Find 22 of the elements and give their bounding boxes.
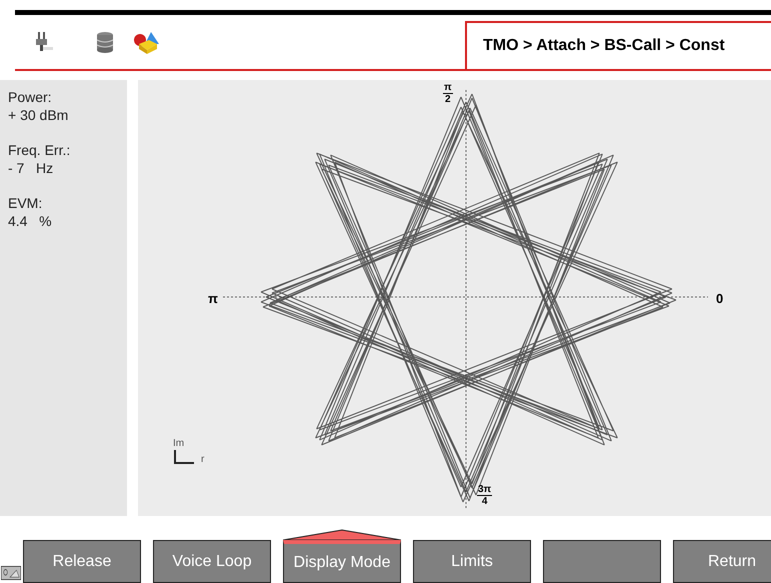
measurement-label: EVM: xyxy=(8,194,44,212)
measurement-value: - 7 Hz xyxy=(8,159,54,177)
database-icon[interactable] xyxy=(95,30,115,54)
breadcrumb: TMO > Attach > BS-Call > Const xyxy=(483,36,725,56)
softkey-button[interactable]: Voice Loop xyxy=(153,540,271,583)
axis-legend-icon xyxy=(174,450,194,464)
axis-label: π 2 xyxy=(443,82,453,105)
axis-label: π xyxy=(208,290,218,308)
axis-label: Im xyxy=(173,437,184,451)
keyboard-icon[interactable] xyxy=(1,566,21,580)
softkey-button[interactable]: Limits xyxy=(413,540,531,583)
measurement-label: Freq. Err.: xyxy=(8,141,72,159)
axis-label: r xyxy=(201,453,204,467)
measurement-value: + 30 dBm xyxy=(8,106,70,124)
axis-label: 0 xyxy=(716,290,724,308)
softkey-button[interactable] xyxy=(543,540,661,583)
measurement-value: 4.4 % xyxy=(8,212,53,230)
measurement-label: Power: xyxy=(8,88,53,106)
softkey-button[interactable]: Release xyxy=(23,540,141,583)
softkey-button[interactable]: Display Mode xyxy=(283,540,401,583)
softkey-button[interactable]: Return xyxy=(673,540,771,583)
axis-label: 3π 4 xyxy=(477,484,492,507)
